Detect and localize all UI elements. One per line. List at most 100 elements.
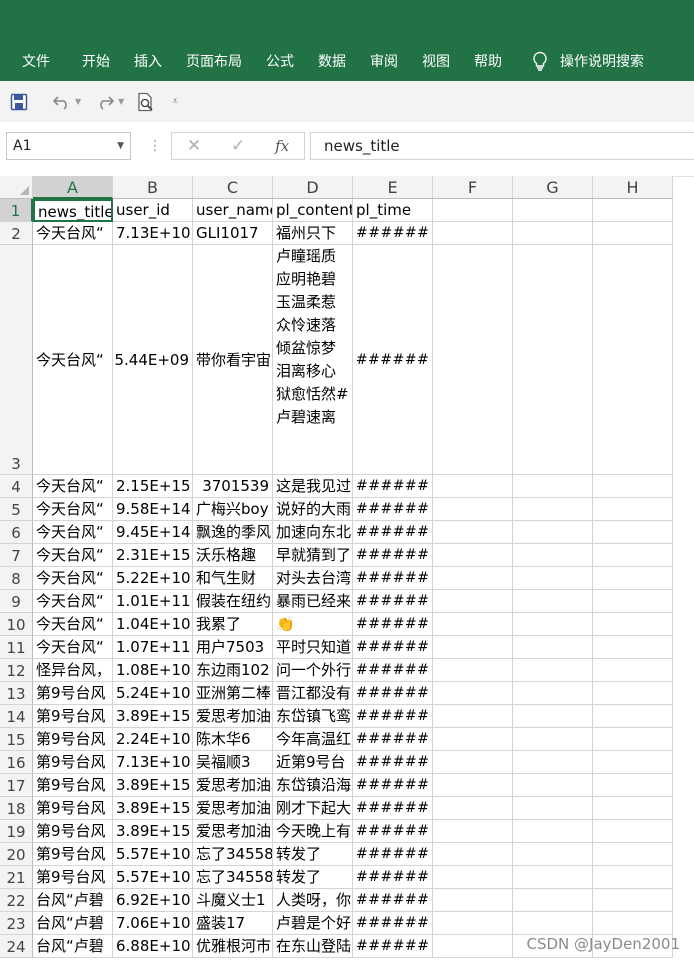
column-header-f[interactable]: F xyxy=(433,176,513,199)
cell-d5[interactable]: 说好的大雨 xyxy=(273,498,353,521)
cell-b18[interactable]: 3.89E+15 xyxy=(113,797,193,820)
cell-a20[interactable]: 第9号台风 xyxy=(33,843,113,866)
cell-e13[interactable]: ###### xyxy=(353,682,433,705)
redo-dropdown-icon[interactable]: ▼ xyxy=(118,97,124,106)
empty-cell[interactable] xyxy=(513,889,593,912)
cell-c22[interactable]: 斗魔义士1 xyxy=(193,889,273,912)
cell-a7[interactable]: 今天台风“ xyxy=(33,544,113,567)
insert-function-icon[interactable]: fx xyxy=(275,137,289,155)
cell-e16[interactable]: ###### xyxy=(353,751,433,774)
cell-c1[interactable]: user_name xyxy=(193,199,273,222)
cell-d16[interactable]: 近第9号台 xyxy=(273,751,353,774)
cell-b20[interactable]: 5.57E+10 xyxy=(113,843,193,866)
empty-cell[interactable] xyxy=(513,521,593,544)
row-header[interactable]: 22 xyxy=(0,889,33,912)
empty-cell[interactable] xyxy=(593,544,673,567)
cell-a16[interactable]: 第9号台风 xyxy=(33,751,113,774)
cell-c13[interactable]: 亚洲第二棒 xyxy=(193,682,273,705)
cell-a1[interactable]: news_title xyxy=(33,199,113,222)
cell-c14[interactable]: 爱思考加油 xyxy=(193,705,273,728)
cell-c10[interactable]: 我累了 xyxy=(193,613,273,636)
empty-cell[interactable] xyxy=(513,912,593,935)
cell-a3[interactable]: 今天台风“ xyxy=(33,245,113,475)
cell-d14[interactable]: 东岱镇飞鸾 xyxy=(273,705,353,728)
cell-c2[interactable]: GLI1017 xyxy=(193,222,273,245)
cell-d24[interactable]: 在东山登陆 xyxy=(273,935,353,958)
cell-a21[interactable]: 第9号台风 xyxy=(33,866,113,889)
cell-a14[interactable]: 第9号台风 xyxy=(33,705,113,728)
cell-a19[interactable]: 第9号台风 xyxy=(33,820,113,843)
empty-cell[interactable] xyxy=(593,590,673,613)
cell-b12[interactable]: 1.08E+10 xyxy=(113,659,193,682)
cell-d7[interactable]: 早就猜到了 xyxy=(273,544,353,567)
empty-cell[interactable] xyxy=(433,843,513,866)
column-header-a[interactable]: A xyxy=(33,176,113,199)
empty-cell[interactable] xyxy=(513,866,593,889)
cell-a8[interactable]: 今天台风“ xyxy=(33,567,113,590)
empty-cell[interactable] xyxy=(433,751,513,774)
cell-b1[interactable]: user_id xyxy=(113,199,193,222)
cell-e15[interactable]: ###### xyxy=(353,728,433,751)
cell-e9[interactable]: ###### xyxy=(353,590,433,613)
cell-e11[interactable]: ###### xyxy=(353,636,433,659)
cell-b21[interactable]: 5.57E+10 xyxy=(113,866,193,889)
cell-a11[interactable]: 今天台风“ xyxy=(33,636,113,659)
empty-cell[interactable] xyxy=(593,659,673,682)
cell-e1[interactable]: pl_time xyxy=(353,199,433,222)
cell-c21[interactable]: 忘了34558 xyxy=(193,866,273,889)
cell-e22[interactable]: ###### xyxy=(353,889,433,912)
empty-cell[interactable] xyxy=(433,590,513,613)
empty-cell[interactable] xyxy=(433,222,513,245)
empty-cell[interactable] xyxy=(593,728,673,751)
cancel-icon[interactable]: ✕ xyxy=(187,136,201,156)
row-header[interactable]: 13 xyxy=(0,682,33,705)
column-header-h[interactable]: H xyxy=(593,176,673,199)
empty-cell[interactable] xyxy=(433,728,513,751)
tab-0[interactable]: 文件 xyxy=(22,51,50,71)
cell-b11[interactable]: 1.07E+11 xyxy=(113,636,193,659)
cell-c17[interactable]: 爱思考加油 xyxy=(193,774,273,797)
row-header[interactable]: 11 xyxy=(0,636,33,659)
cell-e12[interactable]: ###### xyxy=(353,659,433,682)
column-header-e[interactable]: E xyxy=(353,176,433,199)
empty-cell[interactable] xyxy=(593,889,673,912)
row-header[interactable]: 16 xyxy=(0,751,33,774)
cell-c16[interactable]: 吴福顺3 xyxy=(193,751,273,774)
empty-cell[interactable] xyxy=(593,774,673,797)
tab-5[interactable]: 数据 xyxy=(318,51,346,71)
cell-a5[interactable]: 今天台风“ xyxy=(33,498,113,521)
empty-cell[interactable] xyxy=(593,475,673,498)
cell-e2[interactable]: ###### xyxy=(353,222,433,245)
cell-c19[interactable]: 爱思考加油 xyxy=(193,820,273,843)
tab-6[interactable]: 审阅 xyxy=(370,51,398,71)
cell-d17[interactable]: 东岱镇沿海 xyxy=(273,774,353,797)
cell-b22[interactable]: 6.92E+10 xyxy=(113,889,193,912)
row-header[interactable]: 24 xyxy=(0,935,33,958)
cell-b15[interactable]: 2.24E+10 xyxy=(113,728,193,751)
cell-b7[interactable]: 2.31E+15 xyxy=(113,544,193,567)
empty-cell[interactable] xyxy=(513,751,593,774)
undo-dropdown-icon[interactable]: ▼ xyxy=(75,97,81,106)
cell-a12[interactable]: 怪异台风， xyxy=(33,659,113,682)
row-header[interactable]: 9 xyxy=(0,590,33,613)
cell-b13[interactable]: 5.24E+10 xyxy=(113,682,193,705)
cell-a2[interactable]: 今天台风“ xyxy=(33,222,113,245)
cell-d10[interactable]: 👏 xyxy=(273,613,353,636)
empty-cell[interactable] xyxy=(593,613,673,636)
cell-b9[interactable]: 1.01E+11 xyxy=(113,590,193,613)
empty-cell[interactable] xyxy=(433,544,513,567)
cell-e20[interactable]: ###### xyxy=(353,843,433,866)
cell-a10[interactable]: 今天台风“ xyxy=(33,613,113,636)
cell-d8[interactable]: 对头去台湾 xyxy=(273,567,353,590)
select-all-button[interactable] xyxy=(0,176,33,199)
cell-e17[interactable]: ###### xyxy=(353,774,433,797)
empty-cell[interactable] xyxy=(433,199,513,222)
tab-3[interactable]: 页面布局 xyxy=(186,51,242,71)
cell-c3[interactable]: 带你看宇宙 xyxy=(193,245,273,475)
empty-cell[interactable] xyxy=(433,245,513,475)
empty-cell[interactable] xyxy=(433,521,513,544)
cell-d21[interactable]: 转发了 xyxy=(273,866,353,889)
empty-cell[interactable] xyxy=(513,613,593,636)
tab-8[interactable]: 帮助 xyxy=(474,51,502,71)
cell-d1[interactable]: pl_content xyxy=(273,199,353,222)
